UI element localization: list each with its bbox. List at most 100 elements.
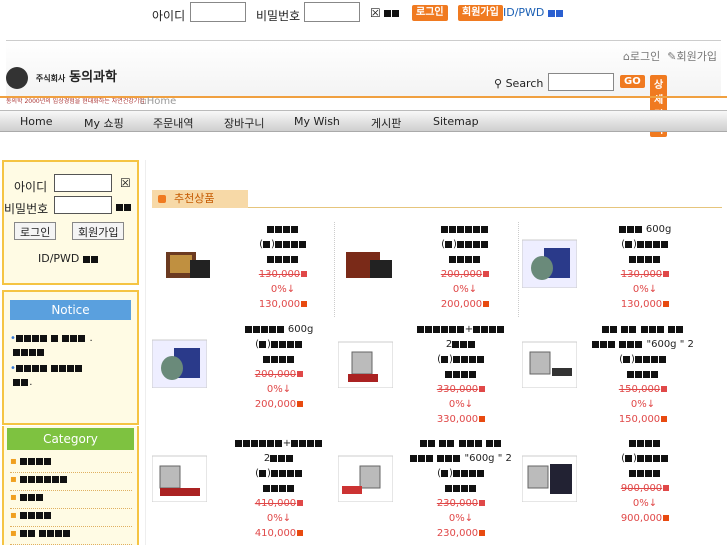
- notice-box: Notice • . • .: [2, 290, 139, 425]
- category-item[interactable]: ▪: [10, 510, 132, 527]
- sidebar-login: 아이디 ☒ 비밀번호 로그인 회원가입 ID/PWD: [2, 160, 139, 285]
- product-name[interactable]: 600g(): [214, 322, 344, 367]
- product-info: +2() 330,000 0%↓ 330,000: [396, 322, 526, 427]
- discount-rate: 0%↓: [448, 513, 474, 524]
- product-card[interactable]: +2() 410,000 0%↓ 410,000: [152, 436, 332, 539]
- header-divider: [0, 96, 727, 98]
- checkbox-icon[interactable]: ☒: [120, 176, 131, 190]
- category-item[interactable]: ▪: [10, 456, 132, 473]
- notice-item[interactable]: • .: [10, 362, 83, 390]
- product-name[interactable]: "600g " 2(): [396, 436, 526, 496]
- nav-cart[interactable]: 장바구니: [224, 115, 264, 131]
- product-name[interactable]: (): [580, 436, 710, 481]
- product-image[interactable]: [342, 238, 397, 288]
- checkbox-icon[interactable]: ☒: [370, 6, 381, 20]
- go-button[interactable]: GO: [620, 75, 645, 88]
- product-image[interactable]: [522, 238, 577, 288]
- discount-rate: 0%↓: [266, 513, 292, 524]
- product-card[interactable]: +2() 330,000 0%↓ 330,000: [338, 322, 518, 425]
- sale-price: 150,000: [618, 414, 661, 425]
- top-login-button[interactable]: 로그인: [412, 5, 448, 21]
- product-name[interactable]: 600g(): [580, 222, 710, 267]
- site-header: ⌂로그인 ✎회원가입 주식회사 동의과학 동의학 2000년의 임상경험을 현대…: [6, 40, 721, 137]
- product-card[interactable]: 600g() 200,000 0%↓ 200,000: [152, 322, 332, 422]
- product-card[interactable]: () 200,000 0%↓ 200,000: [342, 222, 522, 322]
- product-image[interactable]: [522, 338, 577, 388]
- product-info: 600g() 130,000 0%↓ 130,000: [580, 222, 710, 312]
- side-id-input[interactable]: [54, 174, 112, 192]
- discount-rate: 0%↓: [448, 399, 474, 410]
- search-label: Search: [505, 77, 544, 90]
- notice-item[interactable]: • .: [10, 332, 93, 360]
- side-login-button[interactable]: 로그인: [14, 222, 57, 240]
- product-card[interactable]: 600g() 130,000 0%↓ 130,000: [522, 222, 702, 322]
- nav-wishlist[interactable]: My Wish: [294, 115, 340, 128]
- recommended-section-header: 추천상품: [152, 190, 722, 208]
- breadcrumb[interactable]: ▫Home: [140, 96, 176, 107]
- side-join-button[interactable]: 회원가입: [72, 222, 125, 240]
- discount-rate: 0%↓: [632, 498, 658, 509]
- pen-icon: ✎: [667, 50, 677, 63]
- nav-my-shopping[interactable]: My 쇼핑: [84, 115, 124, 131]
- nav-home[interactable]: Home: [20, 115, 52, 128]
- product-name[interactable]: (): [218, 222, 348, 267]
- top-join-button[interactable]: 회원가입: [458, 5, 503, 21]
- top-login-bar: 아이디 비밀번호 ☒ 로그인 회원가입 ID/PWD: [0, 0, 727, 30]
- lock-icon: ⌂: [622, 50, 630, 63]
- discount-rate: 0%↓: [452, 284, 478, 295]
- sale-price: 410,000: [254, 528, 297, 539]
- home-icon: ▫: [140, 96, 147, 107]
- nav-orders[interactable]: 주문내역: [153, 115, 193, 131]
- product-info: "600g " 2() 150,000 0%↓ 150,000: [578, 322, 708, 427]
- product-name[interactable]: +2(): [396, 322, 526, 382]
- search-icon: ⚲: [494, 77, 503, 90]
- top-find-link[interactable]: ID/PWD: [503, 6, 564, 19]
- original-price: 130,000: [258, 269, 301, 280]
- side-pw-input[interactable]: [54, 196, 112, 214]
- product-info: () 200,000 0%↓ 200,000: [400, 222, 530, 312]
- original-price: 230,000: [436, 498, 479, 509]
- category-item[interactable]: ▪: [10, 474, 132, 491]
- top-id-input[interactable]: [190, 2, 246, 22]
- category-item[interactable]: ▪: [10, 528, 132, 545]
- product-info: () 900,000 0%↓ 900,000: [580, 436, 710, 526]
- search-input[interactable]: [548, 73, 614, 91]
- product-card[interactable]: "600g " 2() 150,000 0%↓ 150,000: [522, 322, 702, 425]
- original-price: 150,000: [618, 384, 661, 395]
- product-image[interactable]: [152, 452, 207, 502]
- product-image[interactable]: [338, 338, 393, 388]
- discount-rate: 0%↓: [266, 384, 292, 395]
- main-nav: Home My 쇼핑 주문내역 장바구니 My Wish 게시판 Sitemap: [0, 110, 727, 132]
- product-image[interactable]: [338, 452, 393, 502]
- save-id-label: [384, 6, 400, 19]
- header-login-link[interactable]: 로그인: [630, 50, 660, 63]
- product-image[interactable]: [522, 452, 577, 502]
- category-title: Category: [7, 428, 134, 450]
- category-item[interactable]: ▪: [10, 492, 132, 509]
- product-card[interactable]: () 900,000 0%↓ 900,000: [522, 436, 702, 536]
- original-price: 200,000: [254, 369, 297, 380]
- side-pw-label: 비밀번호: [4, 202, 49, 216]
- discount-rate: 0%↓: [630, 399, 656, 410]
- sale-price: 130,000: [620, 299, 663, 310]
- product-name[interactable]: "600g " 2(): [578, 322, 708, 382]
- top-pw-input[interactable]: [304, 2, 360, 22]
- sale-price: 330,000: [436, 414, 479, 425]
- logo[interactable]: 주식회사 동의과학: [6, 66, 117, 89]
- nav-board[interactable]: 게시판: [371, 115, 401, 131]
- product-info: +2() 410,000 0%↓ 410,000: [214, 436, 344, 541]
- product-name[interactable]: (): [400, 222, 530, 267]
- side-find-link[interactable]: ID/PWD: [38, 252, 99, 265]
- product-image[interactable]: [160, 238, 215, 288]
- header-join-link[interactable]: 회원가입: [677, 50, 717, 63]
- notice-title: Notice: [10, 300, 131, 320]
- product-image[interactable]: [152, 338, 207, 388]
- product-card[interactable]: () 130,000 0%↓ 130,000: [160, 222, 340, 322]
- search-area: ⚲ Search GO 상세검색: [494, 73, 668, 137]
- sale-price: 230,000: [436, 528, 479, 539]
- product-card[interactable]: "600g " 2() 230,000 0%↓ 230,000: [338, 436, 518, 539]
- product-info: () 130,000 0%↓ 130,000: [218, 222, 348, 312]
- product-name[interactable]: +2(): [214, 436, 344, 496]
- nav-sitemap[interactable]: Sitemap: [433, 115, 479, 128]
- original-price: 330,000: [436, 384, 479, 395]
